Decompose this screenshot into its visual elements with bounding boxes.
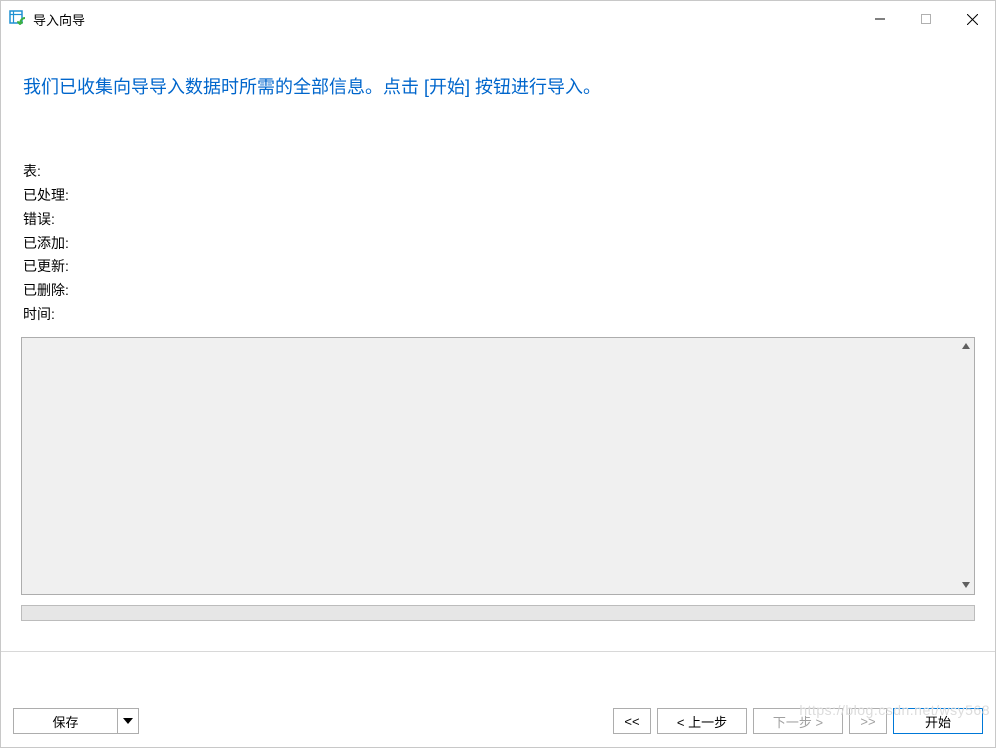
log-output[interactable] bbox=[21, 337, 975, 595]
content-area: 我们已收集向导导入数据时所需的全部信息。点击 [开始] 按钮进行导入。 表: 已… bbox=[1, 37, 995, 695]
titlebar: 导入向导 bbox=[1, 1, 995, 37]
minimize-button[interactable] bbox=[857, 1, 903, 37]
save-dropdown-toggle[interactable] bbox=[117, 708, 139, 734]
window-title: 导入向导 bbox=[33, 10, 85, 29]
save-button[interactable]: 保存 bbox=[13, 708, 117, 734]
last-page-button: >> bbox=[849, 708, 887, 734]
scroll-down-icon[interactable] bbox=[957, 577, 974, 594]
maximize-button bbox=[903, 1, 949, 37]
close-button[interactable] bbox=[949, 1, 995, 37]
status-table: 表: bbox=[23, 160, 975, 184]
chevron-down-icon bbox=[123, 718, 133, 724]
window-controls bbox=[857, 1, 995, 37]
footer: 保存 << < 上一步 下一步 > >> 开始 bbox=[1, 695, 995, 747]
import-wizard-window: 导入向导 我们已收集向导导入数据时所需的全部信息。点击 [开始] 按钮进行导入。… bbox=[0, 0, 996, 748]
footer-separator bbox=[1, 651, 995, 652]
instruction-text: 我们已收集向导导入数据时所需的全部信息。点击 [开始] 按钮进行导入。 bbox=[23, 75, 975, 100]
status-time: 时间: bbox=[23, 303, 975, 327]
status-error: 错误: bbox=[23, 208, 975, 232]
next-button: 下一步 > bbox=[753, 708, 843, 734]
scrollbar[interactable] bbox=[957, 338, 974, 594]
status-added: 已添加: bbox=[23, 232, 975, 256]
app-icon bbox=[9, 10, 27, 28]
status-summary: 表: 已处理: 错误: 已添加: 已更新: 已删除: 时间: bbox=[23, 160, 975, 327]
status-processed: 已处理: bbox=[23, 184, 975, 208]
scroll-up-icon[interactable] bbox=[957, 338, 974, 355]
first-page-button[interactable]: << bbox=[613, 708, 651, 734]
status-updated: 已更新: bbox=[23, 255, 975, 279]
previous-button[interactable]: < 上一步 bbox=[657, 708, 747, 734]
status-deleted: 已删除: bbox=[23, 279, 975, 303]
start-button[interactable]: 开始 bbox=[893, 708, 983, 734]
save-split-button[interactable]: 保存 bbox=[13, 708, 139, 734]
progress-bar bbox=[21, 605, 975, 621]
